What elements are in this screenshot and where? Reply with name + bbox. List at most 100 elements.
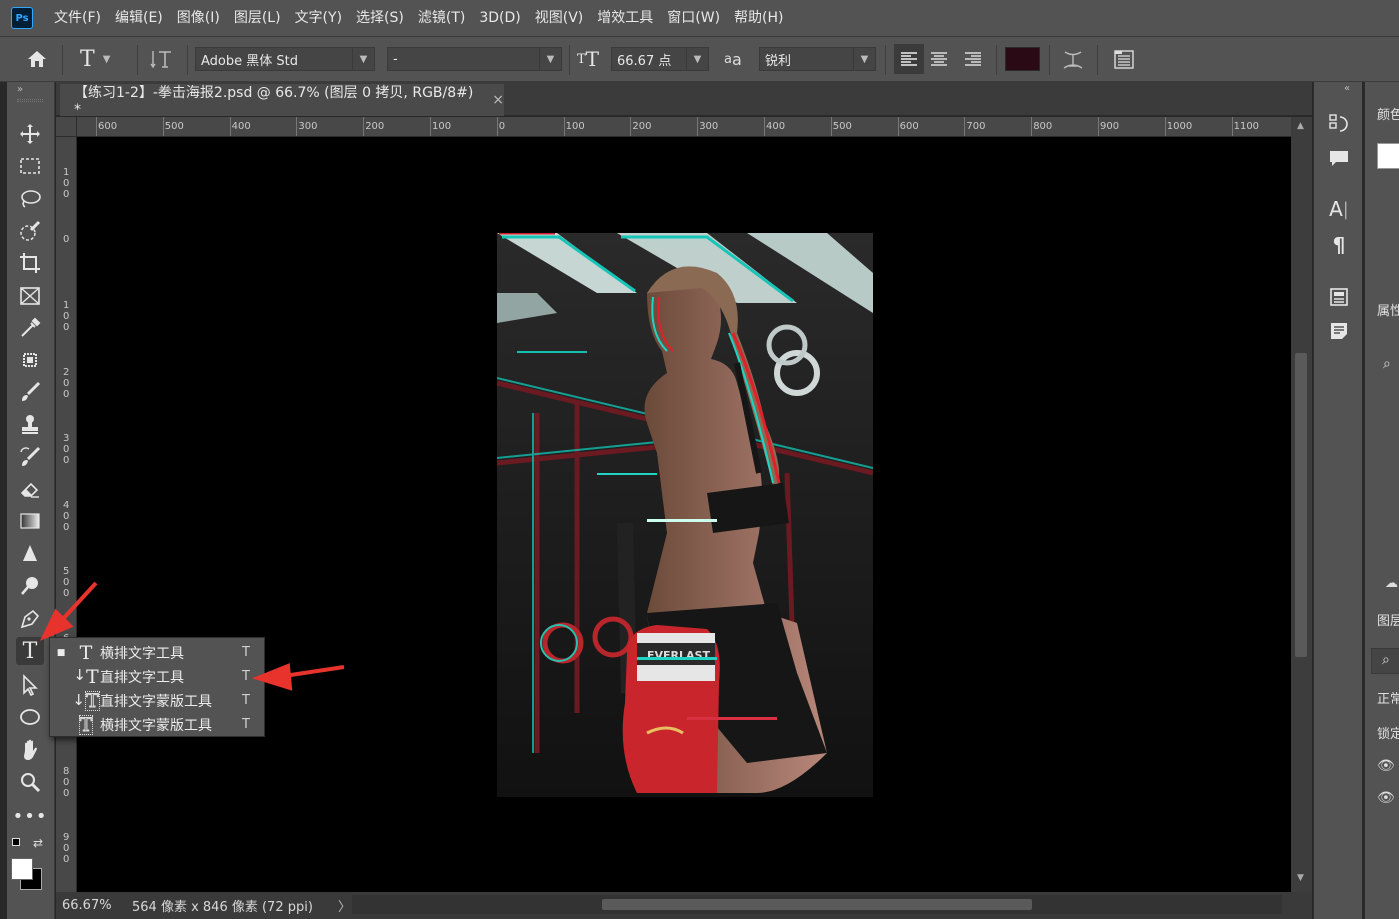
marquee-tool-icon[interactable] [16,152,44,180]
menu-item[interactable]: 文件(F) [47,0,108,36]
toggle-text-orientation-icon[interactable] [150,46,174,72]
canvas[interactable]: EVERLAST [77,137,1291,892]
frame-tool-icon[interactable] [16,282,44,310]
menu-item[interactable]: 帮助(H) [727,0,790,36]
flyout-item[interactable]: ■ T 横排文字工具 T [50,641,264,664]
photoshop-logo[interactable]: Ps [11,7,33,29]
flyout-item-label: 直排文字蒙版工具 [100,693,212,710]
color-panel-swatch[interactable] [1377,143,1399,169]
font-size-select[interactable]: 66.67 点 ▼ [611,47,709,71]
zoom-level[interactable]: 66.67% [56,898,126,913]
brush-tool-icon[interactable] [16,378,44,406]
history-brush-tool-icon[interactable] [16,443,44,471]
warp-text-icon[interactable] [1062,46,1084,72]
crop-tool-icon[interactable] [16,249,44,277]
properties-panel-tab[interactable]: 属性 [1377,300,1399,319]
ruler-label: 500 [164,121,184,132]
type-tool-icon[interactable]: T [16,637,44,665]
ruler-label: 1 0 0 [63,300,70,333]
layer-filter-field[interactable]: ⌕ [1371,648,1399,674]
scroll-down-icon[interactable]: ▼ [1297,873,1304,883]
cloud-icon[interactable]: ☁ [1385,576,1398,591]
status-menu-arrow[interactable]: 〉 [326,896,351,915]
align-right-button[interactable] [964,46,982,72]
healing-brush-tool-icon[interactable] [16,346,44,374]
collapse-icon[interactable]: » [17,84,23,95]
eraser-tool-icon[interactable] [16,475,44,503]
menu-item[interactable]: 增效工具 [590,0,660,36]
expand-panels-icon[interactable]: « [1344,83,1350,94]
gradient-tool-icon[interactable] [16,507,44,535]
path-selection-tool-icon[interactable] [16,671,44,699]
flyout-item[interactable]: T 横排文字蒙版工具 T [50,713,264,736]
horizontal-ruler[interactable]: 600 500 400 300 200 100 0 100 200 300 400 500 600 700… [77,117,1291,137]
move-tool-icon[interactable] [16,120,44,148]
eye-icon[interactable]: 👁 [1377,758,1395,774]
foreground-color-swatch[interactable] [11,858,33,880]
blur-tool-icon[interactable] [16,540,44,568]
properties-panel-icon[interactable] [1327,285,1351,309]
vertical-scroll-thumb[interactable] [1295,353,1307,657]
menu-bar: Ps 文件(F) 编辑(E) 图像(I) 图层(L) 文字(Y) 选择(S) 滤镜(T) 3D… [0,0,1399,36]
horizontal-scroll-thumb[interactable] [602,899,1032,910]
clone-stamp-tool-icon[interactable] [16,410,44,438]
eyedropper-tool-icon[interactable] [16,314,44,342]
menu-item[interactable]: 文字(Y) [288,0,349,36]
paragraph-panel-icon[interactable]: ¶ [1327,233,1351,257]
font-style-select[interactable]: - ▼ [387,47,562,71]
ruler-label: 1000 [1166,121,1193,132]
align-right-icon [965,52,981,66]
close-icon[interactable]: × [492,92,504,108]
ellipse-tool-icon[interactable] [16,703,44,731]
history-panel-icon[interactable] [1327,112,1351,136]
ruler-label: 200 [632,121,652,132]
zoom-tool-icon[interactable] [16,768,44,796]
align-left-button[interactable] [894,44,924,74]
menu-item[interactable]: 图层(L) [227,0,288,36]
flyout-item[interactable]: ↓ T 直排文字工具 T [50,665,264,688]
search-icon[interactable]: ⌕ [1383,356,1391,372]
vertical-ruler[interactable]: 1 0 001 0 02 0 03 0 04 0 05 0 06 0 07 0 … [56,137,77,892]
type-tool-flyout: ■ T 横排文字工具 T ↓ T 直排文字工具 T ↓ T 直排文字蒙版工具 T T 横排文字蒙版工具 T [49,637,265,737]
menu-item[interactable]: 3D(D) [472,0,527,36]
menu-item[interactable]: 选择(S) [349,0,411,36]
antialias-select[interactable]: 锐利 ▼ [759,47,876,71]
eye-icon[interactable]: 👁 [1377,790,1395,806]
text-color-swatch[interactable] [1005,47,1040,71]
lasso-tool-icon[interactable] [16,185,44,213]
font-family-select[interactable]: Adobe 黑体 Std ▼ [195,47,375,71]
hand-tool-icon[interactable] [16,736,44,764]
tool-preset-picker[interactable]: T ▼ [80,46,110,72]
quick-selection-tool-icon[interactable] [16,217,44,245]
menu-item[interactable]: 编辑(E) [108,0,170,36]
character-panel-icon[interactable] [1113,46,1135,72]
document-title: 【练习1-2】-拳击海报2.psd @ 66.7% (图层 0 拷贝, RGB/… [74,85,474,118]
blend-mode-select[interactable]: 正常 [1377,688,1399,707]
home-icon[interactable] [26,46,48,72]
menu-item[interactable]: 视图(V) [528,0,591,36]
pen-tool-icon[interactable] [16,604,44,632]
scroll-up-icon[interactable]: ▲ [1297,121,1304,131]
ruler-label: 1100 [1233,121,1260,132]
dodge-tool-icon[interactable] [16,572,44,600]
boxer-photo[interactable]: EVERLAST [497,233,873,797]
menu-item[interactable]: 滤镜(T) [411,0,472,36]
notes-panel-icon[interactable] [1327,319,1351,343]
ruler-corner[interactable] [56,117,77,137]
more-tools-icon[interactable]: ••• [13,802,47,830]
ruler-label: 500 [832,121,852,132]
align-center-button[interactable] [930,46,948,72]
default-colors-icon[interactable] [12,838,20,846]
color-panel-tab[interactable]: 颜色 [1377,104,1399,123]
vertical-scrollbar[interactable]: ▲ ▼ [1291,117,1312,892]
document-tab[interactable]: 【练习1-2】-拳击海报2.psd @ 66.7% (图层 0 拷贝, RGB/… [60,84,504,118]
horizontal-scrollbar[interactable] [352,895,1282,914]
layers-panel-tab[interactable]: 图层 [1377,610,1399,629]
swap-colors-icon[interactable]: ⇄ [33,836,43,850]
character-panel-icon[interactable]: A | [1327,197,1351,221]
menu-item[interactable]: 图像(I) [170,0,227,36]
flyout-item[interactable]: ↓ T 直排文字蒙版工具 T [50,689,264,712]
menu-item[interactable]: 窗口(W) [660,0,727,36]
comments-panel-icon[interactable] [1327,147,1351,171]
chevron-down-icon: ▼ [102,53,111,65]
